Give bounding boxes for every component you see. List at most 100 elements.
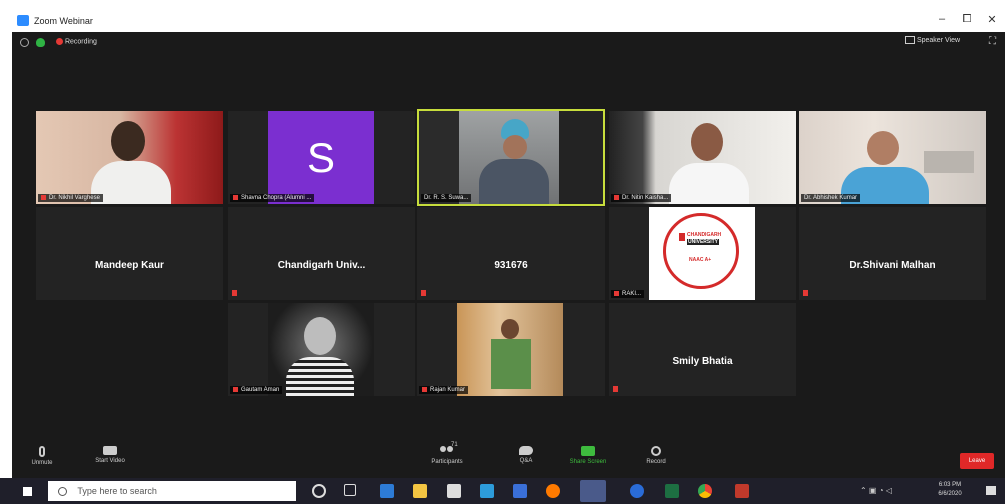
participant-tile[interactable]: Smily Bhatia [609, 303, 796, 396]
participant-tile[interactable]: Chandigarh Univ... [228, 207, 415, 300]
video-tile[interactable]: CHANDIGARH UNIVERSITY NAAC A+ RAKI... [609, 207, 796, 300]
participant-name: Smily Bhatia [672, 356, 733, 367]
participant-body [491, 339, 531, 389]
unmute-button[interactable]: Unmute [22, 446, 62, 466]
participant-head [111, 121, 145, 161]
participant-name: Dr.Shivani Malhan [849, 260, 936, 271]
name-tag: Gautam Aman [230, 385, 283, 394]
name-tag: Dr. R. S. Suwa... [421, 194, 472, 202]
windows-start-icon[interactable] [22, 486, 33, 497]
speaker-view-button[interactable]: Speaker View [905, 36, 960, 44]
security-shield-icon[interactable] [36, 38, 45, 47]
muted-mic-icon [613, 386, 618, 392]
participant-body [669, 163, 749, 204]
recording-indicator: Recording [56, 38, 97, 45]
cortana-icon[interactable] [312, 484, 326, 498]
minimize-button[interactable]: – [932, 13, 952, 25]
chrome-icon[interactable] [698, 484, 712, 498]
video-off-icon [103, 446, 117, 455]
qa-icon [519, 446, 533, 455]
close-button[interactable]: ✕ [982, 13, 1002, 26]
participant-name: Chandigarh Univ... [277, 260, 366, 271]
muted-mic-icon [41, 194, 46, 200]
logo-text: UNIVERSITY [687, 239, 720, 245]
store-icon[interactable] [447, 484, 461, 498]
participant-name: 931676 [494, 260, 528, 271]
video-tile[interactable]: Gautam Aman [228, 303, 415, 396]
system-clock[interactable]: 6:03 PM 6/6/2020 [930, 481, 970, 499]
info-icon[interactable] [20, 38, 29, 47]
muted-mic-icon [803, 290, 808, 296]
file-explorer-icon[interactable] [413, 484, 427, 498]
participants-button[interactable]: 71 Participants [422, 442, 472, 465]
zoom-window: Zoom Webinar – ⧠ ✕ Recording Speaker Vie… [12, 10, 1005, 478]
muted-mic-icon [614, 194, 619, 200]
logo-image: CHANDIGARH UNIVERSITY NAAC A+ [649, 207, 755, 300]
search-icon [58, 487, 67, 497]
maximize-button[interactable]: ⧠ [957, 13, 977, 26]
participants-count: 71 [451, 442, 458, 448]
name-tag: RAKI... [611, 289, 645, 298]
notifications-icon[interactable] [986, 486, 996, 495]
mail-icon[interactable] [480, 484, 494, 498]
search-placeholder: Type here to search [77, 486, 157, 496]
excel-icon[interactable] [665, 484, 679, 498]
firefox-icon[interactable] [546, 484, 560, 498]
name-tag: Rajan Kumar [419, 385, 469, 394]
participant-body [286, 357, 354, 396]
app-icon[interactable] [735, 484, 749, 498]
participant-tile[interactable]: Dr.Shivani Malhan [799, 207, 986, 300]
avatar: S [268, 111, 374, 204]
share-screen-button[interactable]: Share Screen [560, 446, 616, 465]
clock-time: 6:03 PM [938, 482, 962, 488]
tray-icons[interactable]: ⌃ ▣ ◔ ◁ [860, 486, 892, 495]
participant-name: Mandeep Kaur [95, 260, 164, 271]
name-tag: Shavna Chopra (Alumni ... [230, 193, 315, 202]
start-video-button[interactable]: Start Video [88, 446, 132, 464]
zoom-app-icon [17, 15, 29, 26]
windows-taskbar: Type here to search ⌃ ▣ ◔ ◁ 6:03 PM 6/6/… [0, 478, 1005, 504]
participant-head [867, 131, 899, 165]
video-tile[interactable]: Dr. Nitin Kaisha... [609, 111, 796, 204]
clock-date: 6/6/2020 [938, 491, 962, 497]
zoom-taskbar-icon[interactable] [580, 480, 606, 502]
view-label: Speaker View [916, 36, 961, 44]
grid-icon [905, 36, 915, 44]
active-speaker-tile[interactable]: Dr. R. S. Suwa... [417, 109, 605, 206]
participant-tile[interactable]: Mandeep Kaur [36, 207, 223, 300]
record-dot-icon [56, 38, 63, 45]
window-title: Zoom Webinar [34, 16, 93, 26]
participant-head [503, 135, 527, 159]
participant-tile[interactable]: 931676 [417, 207, 605, 300]
app-icon[interactable] [513, 484, 527, 498]
muted-mic-icon [232, 290, 237, 296]
fullscreen-icon[interactable]: ⛶ [989, 36, 996, 47]
participants-icon: 71 [438, 442, 458, 456]
muted-mic-icon [422, 386, 427, 392]
qa-button[interactable]: Q&A [508, 446, 544, 464]
record-button[interactable]: Record [636, 446, 676, 465]
share-screen-icon [581, 446, 595, 456]
logo-text: CHANDIGARH [687, 232, 722, 238]
video-tile[interactable]: Rajan Kumar [417, 303, 605, 396]
video-tile[interactable]: Dr. Abhishek Kumar [799, 111, 986, 204]
background-object [924, 151, 974, 173]
logo-badge: NAAC A+ [689, 257, 712, 263]
leave-button[interactable]: Leave [960, 453, 994, 469]
browser-icon[interactable] [630, 484, 644, 498]
mic-muted-icon [39, 446, 45, 457]
participant-body [91, 161, 171, 204]
edge-icon[interactable] [380, 484, 394, 498]
taskbar-search-box[interactable]: Type here to search [48, 481, 296, 501]
name-tag: Dr. Abhishek Kumar [801, 194, 861, 202]
participant-body [479, 159, 549, 204]
record-icon [651, 446, 661, 456]
muted-mic-icon [233, 194, 238, 200]
video-tile[interactable]: S Shavna Chopra (Alumni ... [228, 111, 415, 204]
participant-head [304, 317, 336, 355]
video-tile[interactable]: Dr. Nikhil Varghese [36, 111, 223, 204]
task-view-icon[interactable] [344, 484, 356, 496]
muted-mic-icon [421, 290, 426, 296]
title-bar: Zoom Webinar – ⧠ ✕ [12, 10, 1005, 32]
muted-mic-icon [614, 290, 619, 296]
